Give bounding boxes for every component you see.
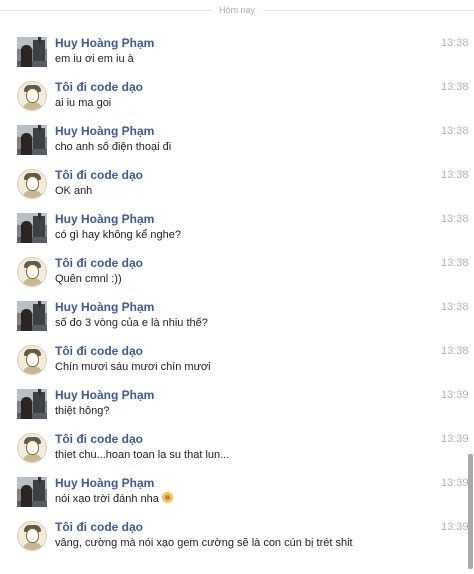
sender-name[interactable]: Huy Hoàng Phạm xyxy=(55,388,154,402)
date-divider: Hôm nay xyxy=(0,2,474,18)
user-avatar[interactable] xyxy=(17,81,47,111)
message-text: cho anh số điện thoại đi xyxy=(55,141,172,153)
message-row: Tôi đi code dạo OK anh 13:38 xyxy=(0,168,474,212)
sender-name[interactable]: Tôi đi code dạo xyxy=(55,256,143,270)
sender-name[interactable]: Tôi đi code dạo xyxy=(55,432,143,446)
message-text: thiệt hông? xyxy=(55,405,110,417)
message-time: 13:38 xyxy=(441,37,469,49)
message-row: Tôi đi code dạo thiet chu...hoan toan la… xyxy=(0,432,474,476)
message-text: thiet chu...hoan toan la su that lun... xyxy=(55,449,230,461)
message-text: vâng, cường mà nói xạo gem cường sẽ là c… xyxy=(55,537,353,549)
user-avatar[interactable] xyxy=(17,37,47,67)
divider-line-left xyxy=(0,9,212,11)
message-text: OK anh xyxy=(55,185,93,197)
message-row: Tôi đi code dạo Chín mươi sáu mươi chín … xyxy=(0,344,474,388)
message-row: Tôi đi code dạo Quên cmnl :)) 13:38 xyxy=(0,256,474,300)
sender-name[interactable]: Tôi đi code dạo xyxy=(55,344,143,358)
message-text: có gì hay không kể nghe? xyxy=(55,229,181,241)
message-text: Quên cmnl :)) xyxy=(55,273,122,285)
message-row: Huy Hoàng Phạm thiệt hông? 13:39 xyxy=(0,388,474,432)
user-avatar[interactable] xyxy=(17,433,47,463)
message-row: Huy Hoàng Phạm em iu ơi em iu à 13:38 xyxy=(0,36,474,80)
message-row: Huy Hoàng Phạm nói xạo trời đánh nha 13:… xyxy=(0,476,474,520)
message-time: 13:39 xyxy=(441,477,469,489)
sender-name[interactable]: Tôi đi code dạo xyxy=(55,520,143,534)
message-time: 13:38 xyxy=(441,301,469,313)
user-avatar[interactable] xyxy=(17,257,47,287)
message-row: Tôi đi code dạo vâng, cường mà nói xạo g… xyxy=(0,520,474,564)
message-text: Chín mươi sáu mươi chín mươi xyxy=(55,361,211,373)
message-time: 13:38 xyxy=(441,81,469,93)
user-avatar[interactable] xyxy=(17,521,47,551)
user-avatar[interactable] xyxy=(17,169,47,199)
sender-name[interactable]: Tôi đi code dạo xyxy=(55,168,143,182)
message-time: 13:39 xyxy=(441,389,469,401)
scrollbar-thumb[interactable] xyxy=(468,454,473,569)
divider-line-right xyxy=(262,9,474,11)
user-avatar[interactable] xyxy=(17,389,47,419)
message-time: 13:39 xyxy=(441,521,469,533)
user-avatar[interactable] xyxy=(17,477,47,507)
message-time: 13:39 xyxy=(441,433,469,445)
sender-name[interactable]: Huy Hoàng Phạm xyxy=(55,124,154,138)
user-avatar[interactable] xyxy=(17,345,47,375)
message-time: 13:38 xyxy=(441,169,469,181)
message-time: 13:38 xyxy=(441,345,469,357)
sender-name[interactable]: Tôi đi code dạo xyxy=(55,80,143,94)
message-text: nói xạo trời đánh nha xyxy=(55,493,159,505)
user-avatar[interactable] xyxy=(17,213,47,243)
emoticon-icon xyxy=(161,492,173,503)
sender-name[interactable]: Huy Hoàng Phạm xyxy=(55,36,154,50)
user-avatar[interactable] xyxy=(17,125,47,155)
message-text: em iu ơi em iu à xyxy=(55,53,134,65)
message-text: ai iu ma goi xyxy=(55,97,112,109)
message-row: Huy Hoàng Phạm cho anh số điện thoại đi … xyxy=(0,124,474,168)
message-time: 13:38 xyxy=(441,125,469,137)
user-avatar[interactable] xyxy=(17,301,47,331)
message-text: số đo 3 vòng của e là nhiu thế? xyxy=(55,317,208,329)
message-row: Huy Hoàng Phạm số đo 3 vòng của e là nhi… xyxy=(0,300,474,344)
message-text-wrap: nói xạo trời đánh nha xyxy=(55,492,173,506)
sender-name[interactable]: Huy Hoàng Phạm xyxy=(55,476,154,490)
message-time: 13:38 xyxy=(441,257,469,269)
date-divider-label: Hôm nay xyxy=(219,5,256,15)
sender-name[interactable]: Huy Hoàng Phạm xyxy=(55,212,154,226)
sender-name[interactable]: Huy Hoàng Phạm xyxy=(55,300,154,314)
message-time: 13:38 xyxy=(441,213,469,225)
message-row: Tôi đi code dạo ai iu ma goi 13:38 xyxy=(0,80,474,124)
message-row: Huy Hoàng Phạm có gì hay không kể nghe? … xyxy=(0,212,474,256)
